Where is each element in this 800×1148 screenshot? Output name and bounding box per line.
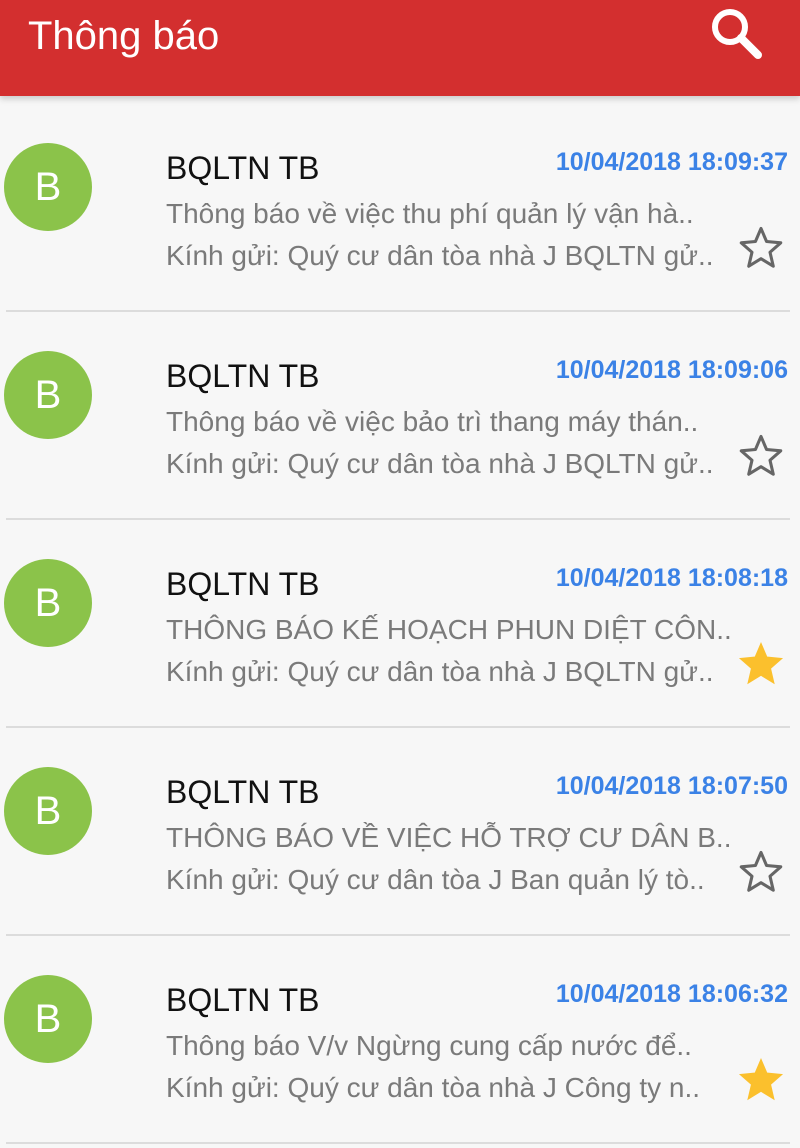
notification-subject: Thông báo V/v Ngừng cung cấp nước để..	[166, 1030, 692, 1061]
avatar: B	[4, 975, 92, 1063]
notification-item[interactable]: B BQLTN TB 10/04/2018 18:09:37 Thông báo…	[0, 104, 800, 312]
notification-preview: Kính gửi: Quý cư dân tòa nhà J Công ty n…	[166, 1072, 701, 1103]
notification-preview: Kính gửi: Quý cư dân tòa nhà J BQLTN gử.…	[166, 448, 714, 479]
timestamp: 10/04/2018 18:07:50	[555, 772, 788, 800]
notification-subject: THÔNG BÁO KẾ HOẠCH PHUN DIỆT CÔN..	[166, 614, 732, 645]
star-filled-icon[interactable]	[738, 1057, 784, 1103]
star-outline-icon[interactable]	[738, 225, 784, 271]
timestamp: 10/04/2018 18:09:37	[555, 148, 788, 176]
sender-name: BQLTN TB	[166, 566, 320, 602]
notification-preview: Kính gửi: Quý cư dân tòa J Ban quản lý t…	[166, 864, 705, 895]
sender-name: BQLTN TB	[166, 982, 320, 1018]
notification-preview: Kính gửi: Quý cư dân tòa nhà J BQLTN gử.…	[166, 240, 714, 271]
notification-subject: Thông báo về việc bảo trì thang máy thán…	[166, 406, 699, 437]
star-outline-icon[interactable]	[738, 849, 784, 895]
notification-item[interactable]: B BQLTN TB 10/04/2018 18:09:06 Thông báo…	[0, 312, 800, 520]
avatar: B	[4, 559, 92, 647]
notification-item[interactable]: B BQLTN TB 10/04/2018 18:08:18 THÔNG BÁO…	[0, 520, 800, 728]
sender-name: BQLTN TB	[166, 774, 320, 810]
sender-name: BQLTN TB	[166, 150, 320, 186]
star-filled-icon[interactable]	[738, 641, 784, 687]
timestamp: 10/04/2018 18:06:32	[555, 980, 788, 1008]
avatar: B	[4, 767, 92, 855]
avatar: B	[4, 143, 92, 231]
notification-item[interactable]: B BQLTN TB 10/04/2018 18:06:32 Thông báo…	[0, 936, 800, 1144]
star-outline-icon[interactable]	[738, 433, 784, 479]
notification-list: B BQLTN TB 10/04/2018 18:09:37 Thông báo…	[0, 104, 800, 1144]
divider	[6, 1142, 790, 1144]
sender-name: BQLTN TB	[166, 358, 320, 394]
notification-subject: THÔNG BÁO VỀ VIỆC HỖ TRỢ CƯ DÂN B..	[166, 822, 732, 853]
notification-item[interactable]: B BQLTN TB 10/04/2018 18:07:50 THÔNG BÁO…	[0, 728, 800, 936]
timestamp: 10/04/2018 18:09:06	[555, 356, 788, 384]
app-bar: Thông báo	[0, 0, 800, 96]
avatar: B	[4, 351, 92, 439]
page-title: Thông báo	[28, 14, 220, 58]
search-icon[interactable]	[700, 0, 770, 70]
notifications-screen: Thông báo B BQLTN TB 10/04/2018 18:09:37…	[0, 0, 800, 1148]
notification-preview: Kính gửi: Quý cư dân tòa nhà J BQLTN gử.…	[166, 656, 714, 687]
notification-subject: Thông báo về việc thu phí quản lý vận hà…	[166, 198, 694, 229]
timestamp: 10/04/2018 18:08:18	[555, 564, 788, 592]
